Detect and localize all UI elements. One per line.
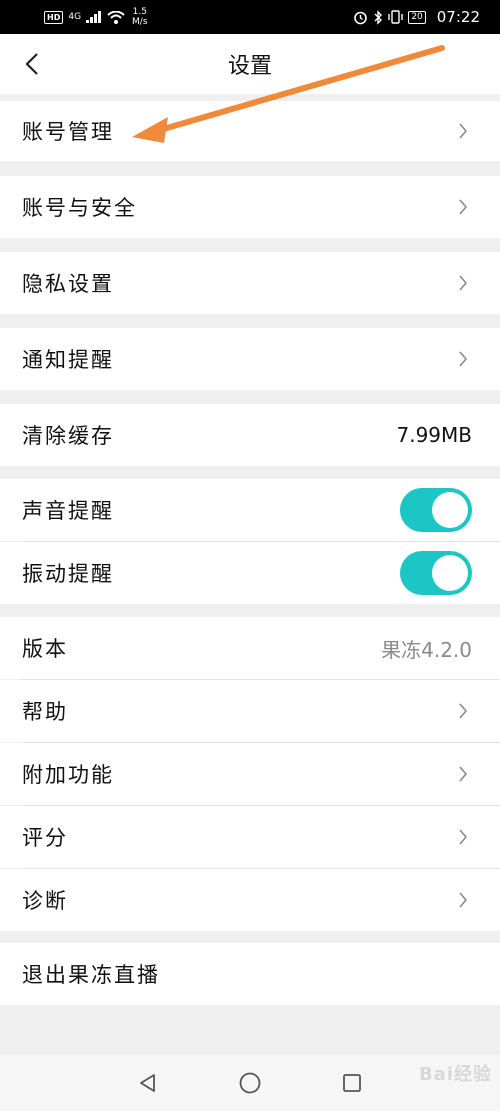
help-row[interactable]: 帮助 xyxy=(0,680,500,742)
account-security-row[interactable]: 账号与安全 xyxy=(0,176,500,238)
clock: 07:22 xyxy=(436,8,480,26)
watermark: Bai经验 xyxy=(418,1064,492,1085)
addons-row[interactable]: 附加功能 xyxy=(0,743,500,805)
row-label: 清除缓存 xyxy=(22,424,114,448)
version-value: 果冻4.2.0 xyxy=(381,637,472,662)
network-speed: 1.5 M/s xyxy=(132,7,148,27)
triangle-back-icon xyxy=(140,1074,155,1092)
signal-icon xyxy=(86,11,102,23)
chevron-right-icon xyxy=(458,700,472,722)
row-label: 版本 xyxy=(22,637,68,661)
row-label: 通知提醒 xyxy=(22,348,114,372)
chevron-right-icon xyxy=(458,826,472,848)
status-bar: HD 4G 1.5 M/s 20 07:22 xyxy=(0,0,500,34)
circle-home-icon xyxy=(239,1072,261,1094)
header: 设置 xyxy=(0,34,500,94)
vibration-alert-row: 振动提醒 xyxy=(0,542,500,604)
chevron-left-icon xyxy=(25,53,38,75)
wifi-icon xyxy=(107,10,125,24)
back-button[interactable] xyxy=(16,48,48,80)
rating-row[interactable]: 评分 xyxy=(0,806,500,868)
toggle-knob xyxy=(432,555,468,591)
row-label: 帮助 xyxy=(22,700,68,724)
account-management-row[interactable]: 账号管理 xyxy=(0,101,500,161)
battery-indicator: 20 xyxy=(408,10,426,24)
logout-row[interactable]: 退出果冻直播 xyxy=(0,943,500,1005)
chevron-right-icon xyxy=(458,272,472,294)
system-home-button[interactable] xyxy=(237,1070,263,1096)
version-row: 版本 果冻4.2.0 xyxy=(0,617,500,679)
chevron-right-icon xyxy=(458,348,472,370)
square-recents-icon xyxy=(343,1074,361,1092)
row-label: 声音提醒 xyxy=(22,499,114,523)
row-label: 评分 xyxy=(22,826,68,850)
chevron-right-icon xyxy=(458,889,472,911)
chevron-right-icon xyxy=(458,120,472,142)
alarm-icon xyxy=(354,11,368,24)
vibrate-icon xyxy=(388,10,404,24)
network-type: 4G xyxy=(68,12,82,22)
system-recents-button[interactable] xyxy=(339,1070,365,1096)
row-label: 账号与安全 xyxy=(22,196,137,220)
row-label: 账号管理 xyxy=(22,120,114,144)
diagnosis-row[interactable]: 诊断 xyxy=(0,869,500,931)
sound-alert-row: 声音提醒 xyxy=(0,479,500,541)
cache-size: 7.99MB xyxy=(396,423,472,447)
privacy-settings-row[interactable]: 隐私设置 xyxy=(0,252,500,314)
clear-cache-row[interactable]: 清除缓存 7.99MB xyxy=(0,404,500,466)
row-label: 附加功能 xyxy=(22,763,114,787)
sound-alert-toggle[interactable] xyxy=(400,488,472,532)
chevron-right-icon xyxy=(458,763,472,785)
row-label: 隐私设置 xyxy=(22,272,114,296)
system-back-button[interactable] xyxy=(135,1070,161,1096)
notifications-row[interactable]: 通知提醒 xyxy=(0,328,500,390)
row-label: 诊断 xyxy=(22,889,68,913)
logout-label: 退出果冻直播 xyxy=(22,963,160,987)
chevron-right-icon xyxy=(458,196,472,218)
hd-badge: HD xyxy=(44,10,64,24)
bluetooth-icon xyxy=(374,9,383,25)
vibration-alert-toggle[interactable] xyxy=(400,551,472,595)
toggle-knob xyxy=(432,492,468,528)
row-label: 振动提醒 xyxy=(22,562,114,586)
page-title: 设置 xyxy=(227,54,272,79)
